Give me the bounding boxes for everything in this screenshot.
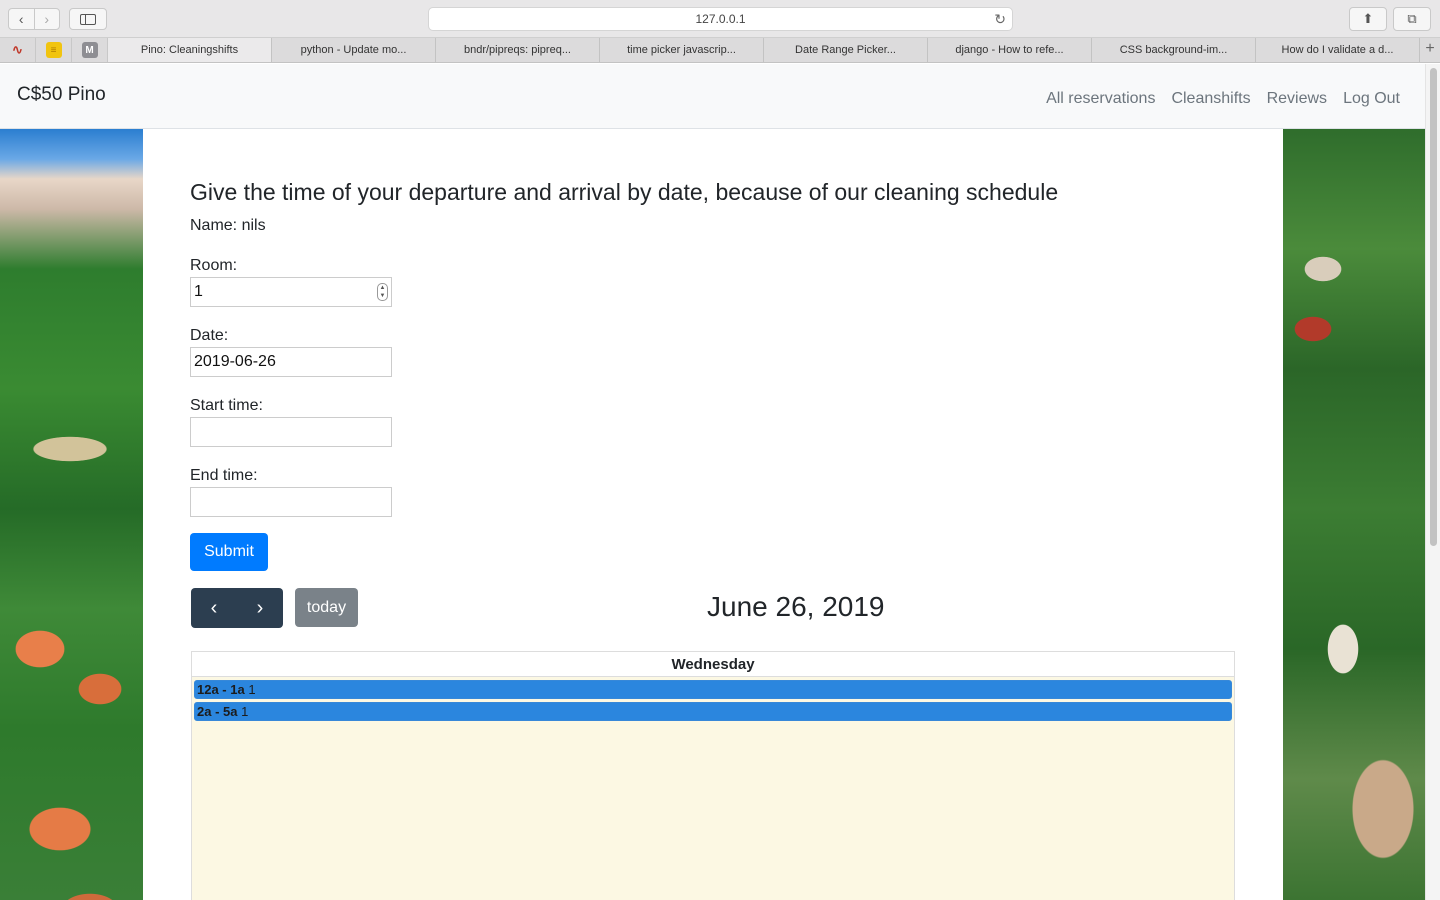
share-icon: ⬆ — [1362, 11, 1374, 26]
tab-date-range-picker[interactable]: Date Range Picker... — [764, 38, 928, 62]
tab-pino-cleaningshifts[interactable]: Pino: Cleaningshifts — [108, 38, 272, 62]
tab-css-background[interactable]: CSS background-im... — [1092, 38, 1256, 62]
day-header: Wednesday — [192, 652, 1234, 677]
web-page: C$50 Pino All reservations Cleanshifts R… — [0, 64, 1425, 900]
tab-overview-button[interactable]: ⧉ — [1393, 7, 1431, 31]
nav-cleanshifts[interactable]: Cleanshifts — [1171, 90, 1250, 108]
end-time-input[interactable] — [190, 487, 392, 517]
end-time-label: End time: — [190, 467, 258, 484]
wave-icon: ∿ — [12, 42, 23, 57]
calendar-event[interactable]: 2a - 5a 1 — [194, 702, 1232, 721]
forward-icon[interactable]: › — [33, 9, 60, 29]
background-photo-right — [1283, 129, 1425, 900]
background-photo-left — [0, 129, 143, 900]
sidebar-icon — [80, 13, 96, 25]
page-scrollbar[interactable] — [1425, 64, 1440, 900]
pinned-tab-1[interactable]: ∿ — [0, 38, 36, 62]
tab-bar: ∿ ≡ M Pino: Cleaningshifts python - Upda… — [0, 38, 1440, 63]
date-value: 2019-06-26 — [194, 353, 276, 370]
browser-toolbar: ‹ › 127.0.0.1 ↻ ⬆ ⧉ — [0, 0, 1440, 38]
room-input[interactable]: 1 ▲ ▼ — [190, 277, 392, 307]
event-title: 1 — [248, 682, 256, 697]
calendar-title: June 26, 2019 — [707, 591, 885, 622]
event-time: 2a - 5a — [197, 704, 238, 719]
tab-time-picker[interactable]: time picker javascrip... — [600, 38, 764, 62]
nav-reviews[interactable]: Reviews — [1267, 90, 1327, 108]
date-label: Date: — [190, 327, 229, 344]
tab-pipreqs[interactable]: bndr/pipreqs: pipreq... — [436, 38, 600, 62]
tab-overview-icon: ⧉ — [1407, 11, 1417, 26]
prev-day-button[interactable]: ‹ — [191, 588, 237, 628]
event-time: 12a - 1a — [197, 682, 245, 697]
event-title: 1 — [241, 704, 249, 719]
brand-logo[interactable]: C$50 Pino — [17, 84, 106, 106]
nav-links: All reservations Cleanshifts Reviews Log… — [1046, 90, 1400, 108]
today-button[interactable]: today — [295, 588, 358, 627]
reload-icon[interactable]: ↻ — [994, 8, 1006, 30]
page-title: Give the time of your departure and arri… — [190, 179, 1059, 205]
notes-icon: ≡ — [45, 42, 62, 58]
start-time-input[interactable] — [190, 417, 392, 447]
history-buttons: ‹ › — [8, 8, 60, 30]
submit-button[interactable]: Submit — [190, 533, 268, 571]
main-content: Give the time of your departure and arri… — [143, 129, 1283, 900]
start-time-label: Start time: — [190, 397, 263, 414]
nav-all-reservations[interactable]: All reservations — [1046, 90, 1155, 108]
date-input[interactable]: 2019-06-26 — [190, 347, 392, 377]
address-bar[interactable]: 127.0.0.1 ↻ — [428, 7, 1013, 31]
tab-django[interactable]: django - How to refe... — [928, 38, 1092, 62]
url-text: 127.0.0.1 — [695, 12, 746, 26]
user-name: Name: nils — [190, 217, 266, 234]
calendar-event[interactable]: 12a - 1a 1 — [194, 680, 1232, 699]
chevron-left-icon: ‹ — [210, 596, 218, 619]
calendar-nav-group: ‹ › — [191, 588, 283, 628]
scrollbar-thumb[interactable] — [1430, 68, 1437, 546]
new-tab-icon[interactable]: + — [1420, 38, 1440, 62]
share-button[interactable]: ⬆ — [1349, 7, 1387, 31]
sidebar-toggle-button[interactable] — [69, 8, 107, 30]
back-icon[interactable]: ‹ — [9, 9, 34, 29]
room-label: Room: — [190, 257, 238, 274]
site-navbar: C$50 Pino All reservations Cleanshifts R… — [0, 64, 1425, 129]
m-icon: M — [81, 42, 98, 58]
pinned-tab-3[interactable]: M — [72, 38, 108, 62]
room-value: 1 — [194, 283, 203, 300]
calendar-day-view: Wednesday 12a - 1a 1 2a - 5a 1 — [191, 651, 1235, 900]
stepper-icon[interactable]: ▲ ▼ — [377, 283, 388, 301]
chevron-right-icon: › — [256, 596, 264, 619]
tab-validate-date[interactable]: How do I validate a d... — [1256, 38, 1420, 62]
nav-log-out[interactable]: Log Out — [1343, 90, 1400, 108]
tab-python-update[interactable]: python - Update mo... — [272, 38, 436, 62]
pinned-tab-2[interactable]: ≡ — [36, 38, 72, 62]
next-day-button[interactable]: › — [237, 588, 283, 628]
